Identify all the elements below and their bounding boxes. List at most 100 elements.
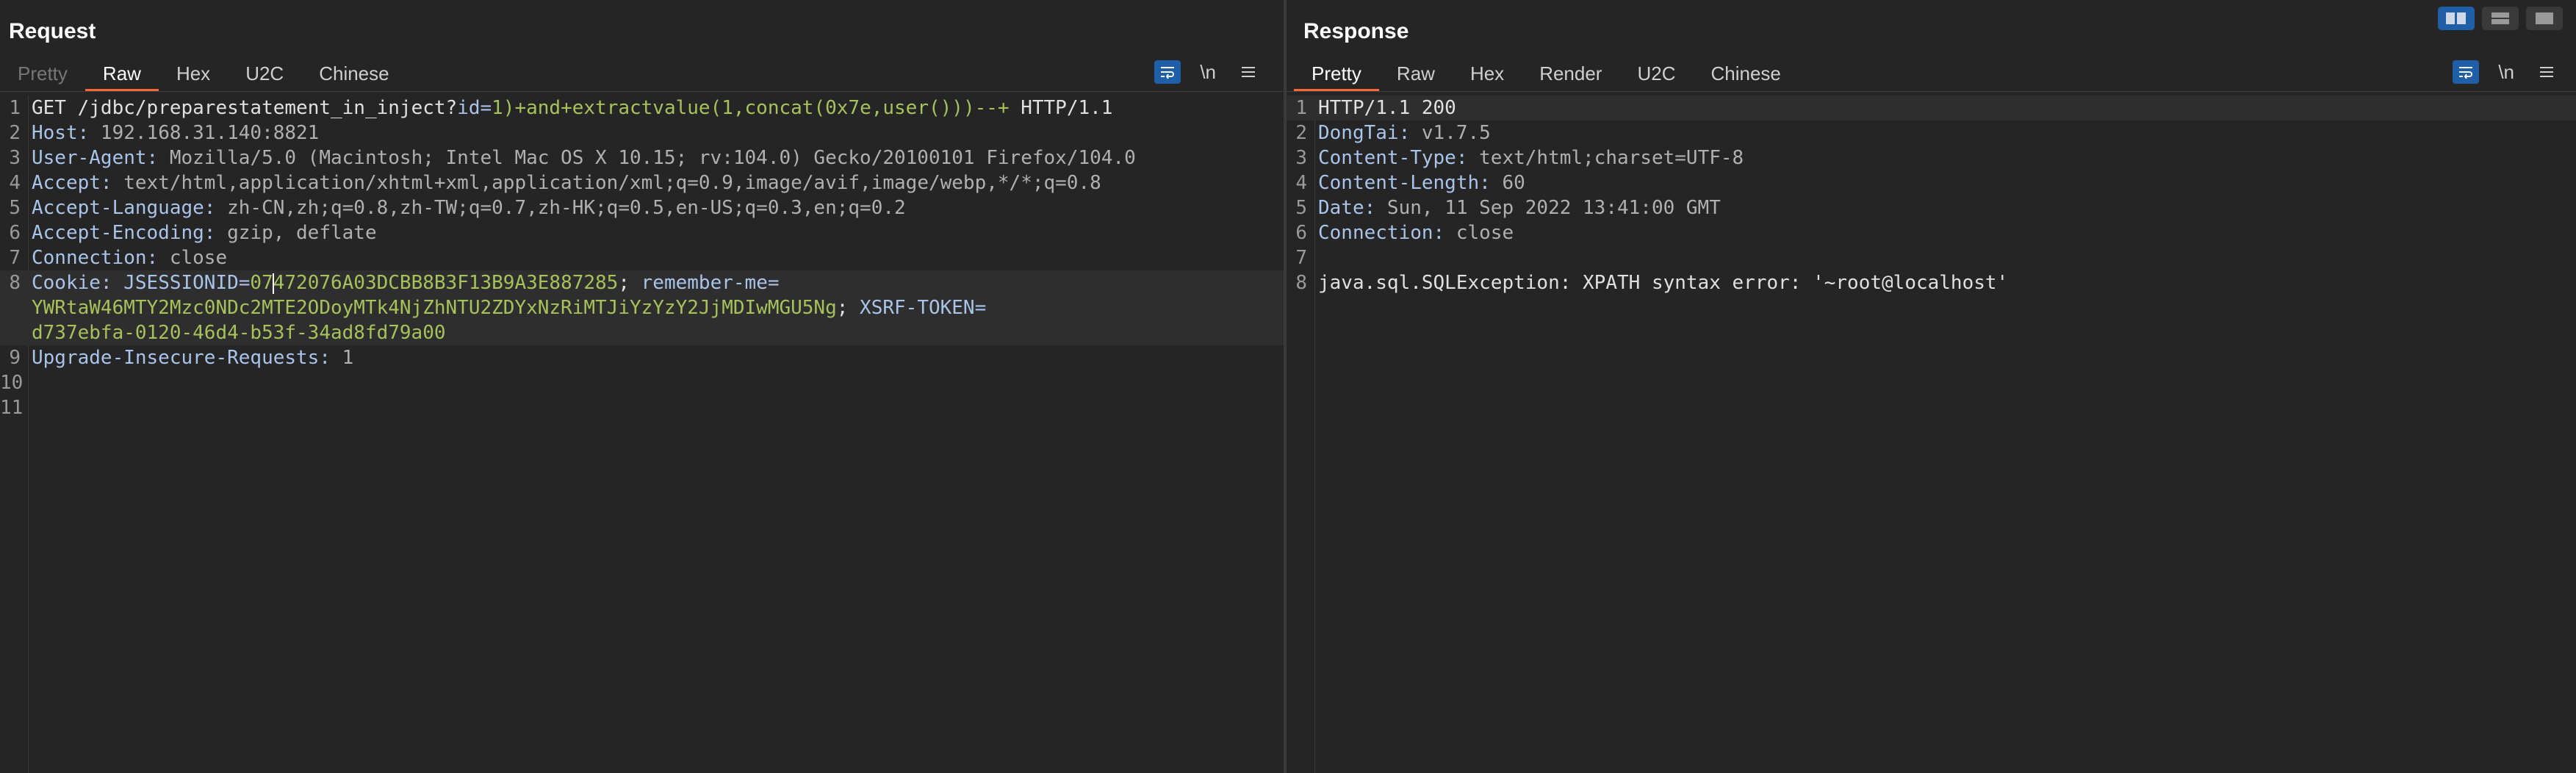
response-tab-render[interactable]: Render [1522,59,1619,91]
request-line: 9 Upgrade-Insecure-Requests: 1 [0,345,1284,370]
response-line: 8 java.sql.SQLException: XPATH syntax er… [1287,270,2576,295]
cookie-value: YWRtaW46MTY2Mzc0NDc2MTE2ODoyMTk4NjZhNTU2… [32,297,837,319]
response-line: 3 Content-Type: text/html;charset=UTF-8 [1287,145,2576,170]
request-tab-raw[interactable]: Raw [84,59,159,91]
request-line: 11 [0,395,1284,420]
show-newlines-button[interactable]: \n [2495,60,2517,84]
cookie-name: JSESSIONID= [123,272,251,294]
header-key: Accept: [32,172,124,194]
header-value: Mozilla/5.0 (Macintosh; Intel Mac OS X 1… [169,147,1136,169]
line-number: 2 [1295,122,1307,144]
request-title: Request [9,19,96,43]
response-editor[interactable]: 1 HTTP/1.1 200 2 DongTai: v1.7.5 3 Conte… [1287,96,2576,773]
request-line: 3 User-Agent: Mozilla/5.0 (Macintosh; In… [0,145,1284,170]
cookie-value: 472076A03DCBB8B3F13B9A3E887285 [273,272,619,294]
line-number: 8 [1295,272,1307,294]
header-key: Content-Type: [1318,147,1480,169]
header-key: Cookie: [32,272,124,294]
http-protocol: HTTP/1.1 [1009,97,1113,119]
request-tab-pretty[interactable]: Pretty [0,59,85,91]
header-key: Connection: [1318,222,1456,244]
menu-icon[interactable] [1235,60,1262,84]
line-number: 3 [9,147,21,169]
header-value: text/html,application/xhtml+xml,applicat… [123,172,1101,194]
header-value: 1 [342,347,354,369]
response-tab-u2c[interactable]: U2C [1619,59,1693,91]
header-key: User-Agent: [32,147,170,169]
header-value: 192.168.31.140:8821 [100,122,320,144]
response-line: 6 Connection: close [1287,220,2576,245]
response-toolbar: \n [2453,57,2560,87]
header-key: Date: [1318,197,1387,219]
header-key: Upgrade-Insecure-Requests: [32,347,342,369]
header-value: text/html;charset=UTF-8 [1479,147,1744,169]
wrap-lines-icon[interactable] [2453,60,2480,84]
layout-top-bottom-icon[interactable] [2482,7,2519,30]
request-tabs: Pretty Raw Hex U2C Chinese [0,57,407,91]
header-value: 60 [1502,172,1525,194]
line-number: 5 [9,197,21,219]
request-line: 10 [0,370,1284,395]
request-tab-divider [0,91,1284,92]
response-code[interactable]: 1 HTTP/1.1 200 2 DongTai: v1.7.5 3 Conte… [1287,96,2576,773]
layout-switcher [2438,7,2563,30]
header-value: Sun, 11 Sep 2022 13:41:00 GMT [1386,197,1721,219]
request-tab-hex[interactable]: Hex [159,59,228,91]
request-path: /jdbc/preparestatement_in_inject? [77,97,458,119]
request-code[interactable]: 1 GET /jdbc/preparestatement_in_inject?i… [0,96,1284,773]
line-number: 4 [1295,172,1307,194]
http-method: GET [32,97,78,119]
cookie-separator: ; [618,272,641,294]
url-param-value: 1)+and+extractvalue(1,concat(0x7e,user()… [492,97,1010,119]
line-number: 6 [9,222,21,244]
wrap-lines-icon[interactable] [1154,60,1181,84]
response-line: 2 DongTai: v1.7.5 [1287,121,2576,145]
request-tab-chinese[interactable]: Chinese [301,59,406,91]
show-newlines-button[interactable]: \n [1197,60,1219,84]
request-line: 5 Accept-Language: zh-CN,zh;q=0.8,zh-TW;… [0,195,1284,220]
line-number: 7 [1295,247,1307,269]
request-line: 4 Accept: text/html,application/xhtml+xm… [0,170,1284,195]
response-body: java.sql.SQLException: XPATH syntax erro… [1318,272,2009,294]
layout-tabs-icon[interactable] [2526,7,2563,30]
response-tab-pretty[interactable]: Pretty [1294,59,1379,91]
header-key: DongTai: [1318,122,1422,144]
line-number: 4 [9,172,21,194]
layout-side-by-side-icon[interactable] [2438,7,2475,30]
header-value: zh-CN,zh;q=0.8,zh-TW;q=0.7,zh-HK;q=0.5,e… [227,197,906,219]
line-number: 5 [1295,197,1307,219]
line-number: 6 [1295,222,1307,244]
line-number: 8 [9,272,21,294]
line-number: 2 [9,122,21,144]
cookie-separator: ; [836,297,860,319]
response-tab-hex[interactable]: Hex [1453,59,1522,91]
cookie-value: d737ebfa-0120-46d4-b53f-34ad8fd79a00 [32,322,446,344]
header-key: Accept-Language: [32,197,228,219]
request-line: 7 Connection: close [0,245,1284,270]
request-pane: Request Pretty Raw Hex U2C Chinese \n 1 … [0,0,1284,773]
cookie-name: XSRF-TOKEN= [860,297,987,319]
line-number: 9 [9,347,21,369]
response-line: 4 Content-Length: 60 [1287,170,2576,195]
status-line: HTTP/1.1 200 [1318,97,1456,119]
response-tab-raw[interactable]: Raw [1379,59,1453,91]
response-line: 7 [1287,245,2576,270]
response-tabs: Pretty Raw Hex Render U2C Chinese [1294,57,1799,91]
response-tab-chinese[interactable]: Chinese [1693,59,1798,91]
line-number: 3 [1295,147,1307,169]
request-line: 2 Host: 192.168.31.140:8821 [0,121,1284,145]
header-value: v1.7.5 [1421,122,1491,144]
cookie-name: remember-me= [641,272,780,294]
line-number: 10 [0,372,24,394]
request-tab-u2c[interactable]: U2C [228,59,301,91]
response-pane: Response Pretty Raw Hex Render U2C Chine… [1287,0,2576,773]
header-key: Connection: [32,247,170,269]
menu-icon[interactable] [2533,60,2560,84]
line-number: 11 [0,397,24,419]
request-toolbar: \n [1154,57,1262,87]
request-editor[interactable]: 1 GET /jdbc/preparestatement_in_inject?i… [0,96,1284,773]
line-number: 1 [9,97,21,119]
header-value: close [1456,222,1514,244]
request-line-cookie: 8 Cookie: JSESSIONID=07472076A03DCBB8B3F… [0,270,1284,345]
header-value: close [169,247,228,269]
